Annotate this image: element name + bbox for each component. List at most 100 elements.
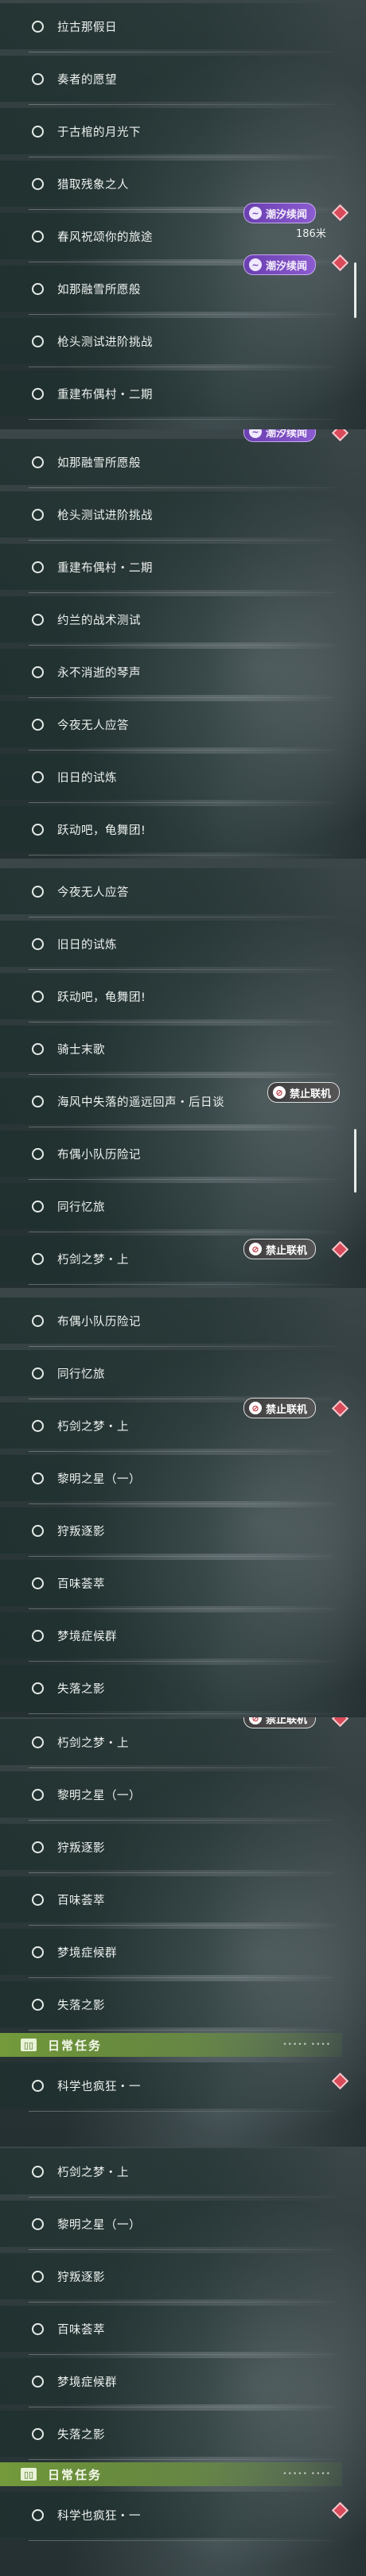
quest-ring-icon [32, 1524, 44, 1537]
quest-item[interactable]: 猎取残象之人 [0, 157, 366, 210]
quest-label: 春风祝颂你的旅途 [57, 231, 153, 244]
quest-label: 枪头测试进阶挑战 [57, 509, 153, 522]
quest-ring-icon [32, 2375, 44, 2388]
tide-tag: ~ 潮汐续闻 [243, 254, 317, 275]
quest-label: 梦境症候群 [57, 1630, 117, 1643]
section-dots: ••••• •••• [282, 2041, 331, 2049]
quest-panel-6: 朽剑之梦・上 黎明之星（一） 狩叛逐影 百味荟萃 梦境症候群 失落之影 ▯▯ 日… [0, 2147, 366, 2576]
quest-ring-icon [32, 937, 44, 950]
quest-ring-icon [32, 1367, 44, 1379]
quest-label: 布偶小队历险记 [57, 1148, 141, 1162]
quest-ring-icon [32, 177, 44, 190]
quest-item[interactable]: 拉古那假日 [0, 0, 366, 52]
quest-item[interactable]: 永不消逝的琴声 [0, 646, 366, 698]
quest-item[interactable]: 朽剑之梦・上 [0, 2147, 366, 2198]
quest-item[interactable]: 科学也疯狂・一 [0, 2059, 366, 2112]
quest-label: 同行忆旅 [57, 1201, 105, 1214]
quest-ring-icon [32, 561, 44, 573]
tide-icon: ~ [249, 429, 262, 438]
quest-label: 狩叛逐影 [57, 1841, 105, 1855]
quest-label: 黎明之星（一） [57, 1472, 141, 1486]
quest-label: 百味荟萃 [57, 1577, 105, 1591]
daily-quest-header[interactable]: ▯▯ 日常任务 ••••• •••• [0, 2033, 342, 2057]
quest-label: 于古棺的月光下 [57, 126, 141, 139]
scrollbar[interactable] [354, 1129, 356, 1193]
quest-label: 黎明之星（一） [57, 2218, 141, 2232]
quest-item[interactable]: 跃动吧，龟舞团! [0, 803, 366, 855]
quest-item[interactable]: 今夜无人应答 [0, 698, 366, 751]
quest-item[interactable]: 百味荟萃 [0, 2302, 366, 2355]
quest-item[interactable]: 黎明之星（一） [0, 1452, 366, 1504]
quest-ring-icon [32, 1252, 44, 1265]
no-coop-tag: ⊘ 禁止联机 [267, 1082, 341, 1103]
quest-item[interactable]: 狩叛逐影 [0, 1504, 366, 1557]
quest-ring-icon [32, 1946, 44, 1958]
distance-label: 186米 [296, 228, 326, 240]
quest-label: 跃动吧，龟舞团! [57, 824, 146, 837]
no-entry-icon: ⊘ [249, 1243, 262, 1255]
quest-item[interactable]: 旧日的试炼 [0, 918, 366, 970]
quest-label: 狩叛逐影 [57, 1525, 105, 1538]
quest-item[interactable]: 黎明之星（一） [0, 2198, 366, 2250]
quest-item[interactable]: 重建布偶村・二期 [0, 367, 366, 420]
quest-item[interactable]: 骑士末歌 [0, 1022, 366, 1075]
quest-ring-icon [32, 2270, 44, 2283]
quest-item[interactable]: 布偶小队历险记 [0, 1294, 366, 1347]
quest-item[interactable]: 科学也疯狂・一 [0, 2489, 366, 2541]
no-entry-icon: ⊘ [249, 1717, 262, 1724]
quest-label: 奏者的愿望 [57, 73, 117, 87]
quest-item[interactable]: 布偶小队历险记 [0, 1127, 366, 1180]
quest-item[interactable]: 百味荟萃 [0, 1557, 366, 1609]
quest-ring-icon [32, 2079, 44, 2092]
quest-label: 约兰的战术测试 [57, 614, 141, 627]
quest-item[interactable]: 梦境症候群 [0, 1609, 366, 1662]
quest-ring-icon [32, 1788, 44, 1801]
quest-item[interactable]: 失落之影 [0, 1662, 366, 1714]
quest-label: 朽剑之梦・上 [57, 1736, 129, 1750]
quest-item[interactable]: 狩叛逐影 [0, 2250, 366, 2302]
quest-item[interactable]: 梦境症候群 [0, 1926, 366, 1978]
quest-ring-icon [32, 456, 44, 468]
quest-label: 今夜无人应答 [57, 719, 129, 732]
daily-quest-header[interactable]: ▯▯ 日常任务 ••••• •••• [0, 2462, 342, 2486]
quest-item[interactable]: 百味荟萃 [0, 1873, 366, 1926]
quest-label: 猎取残象之人 [57, 178, 129, 192]
quest-ring-icon [32, 1095, 44, 1108]
quest-label: 同行忆旅 [57, 1368, 105, 1381]
quest-item[interactable]: 梦境症候群 [0, 2355, 366, 2407]
scrollbar[interactable] [354, 262, 356, 318]
quest-item[interactable]: 枪头测试进阶挑战 [0, 315, 366, 367]
quest-item[interactable]: 狩叛逐影 [0, 1821, 366, 1873]
no-coop-tag: ⊘ 禁止联机 [243, 1239, 317, 1259]
quest-item[interactable]: 跃动吧，龟舞团! [0, 970, 366, 1022]
quest-item[interactable]: 如那融雪所愿般 [0, 436, 366, 488]
quest-ring-icon [32, 125, 44, 138]
quest-label: 海风中失落的遥远回声・后日谈 [57, 1096, 224, 1109]
quest-item[interactable]: 奏者的愿望 [0, 52, 366, 105]
quest-label: 重建布偶村・二期 [57, 388, 153, 402]
quest-ring-icon [32, 2427, 44, 2440]
quest-ring-icon [32, 2165, 44, 2178]
quest-label: 今夜无人应答 [57, 886, 129, 899]
tide-icon: ~ [249, 258, 262, 271]
quest-item[interactable]: 约兰的战术测试 [0, 593, 366, 646]
quest-ring-icon [32, 990, 44, 1003]
quest-item[interactable]: 旧日的试炼 [0, 751, 366, 803]
quest-ring-icon [32, 508, 44, 521]
quest-ring-icon [32, 1682, 44, 1694]
quest-ring-icon [32, 20, 44, 33]
quest-item[interactable]: 枪头测试进阶挑战 [0, 488, 366, 541]
quest-item[interactable]: 同行忆旅 [0, 1347, 366, 1399]
quest-item[interactable]: 黎明之星（一） [0, 1768, 366, 1821]
quest-item[interactable]: 今夜无人应答 [0, 865, 366, 918]
quest-panel-5: 朽剑之梦・上 黎明之星（一） 狩叛逐影 百味荟萃 梦境症候群 失落之影 ▯▯ 日… [0, 1717, 366, 2147]
quest-ring-icon [32, 1200, 44, 1212]
quest-ring-icon [32, 1893, 44, 1906]
quest-item[interactable]: 重建布偶村・二期 [0, 541, 366, 593]
quest-label: 狩叛逐影 [57, 2271, 105, 2284]
quest-item[interactable]: 失落之影 [0, 1978, 366, 2031]
quest-ring-icon [32, 230, 44, 242]
quest-item[interactable]: 失落之影 [0, 2407, 366, 2460]
quest-item[interactable]: 同行忆旅 [0, 1180, 366, 1232]
quest-item[interactable]: 于古棺的月光下 [0, 105, 366, 157]
